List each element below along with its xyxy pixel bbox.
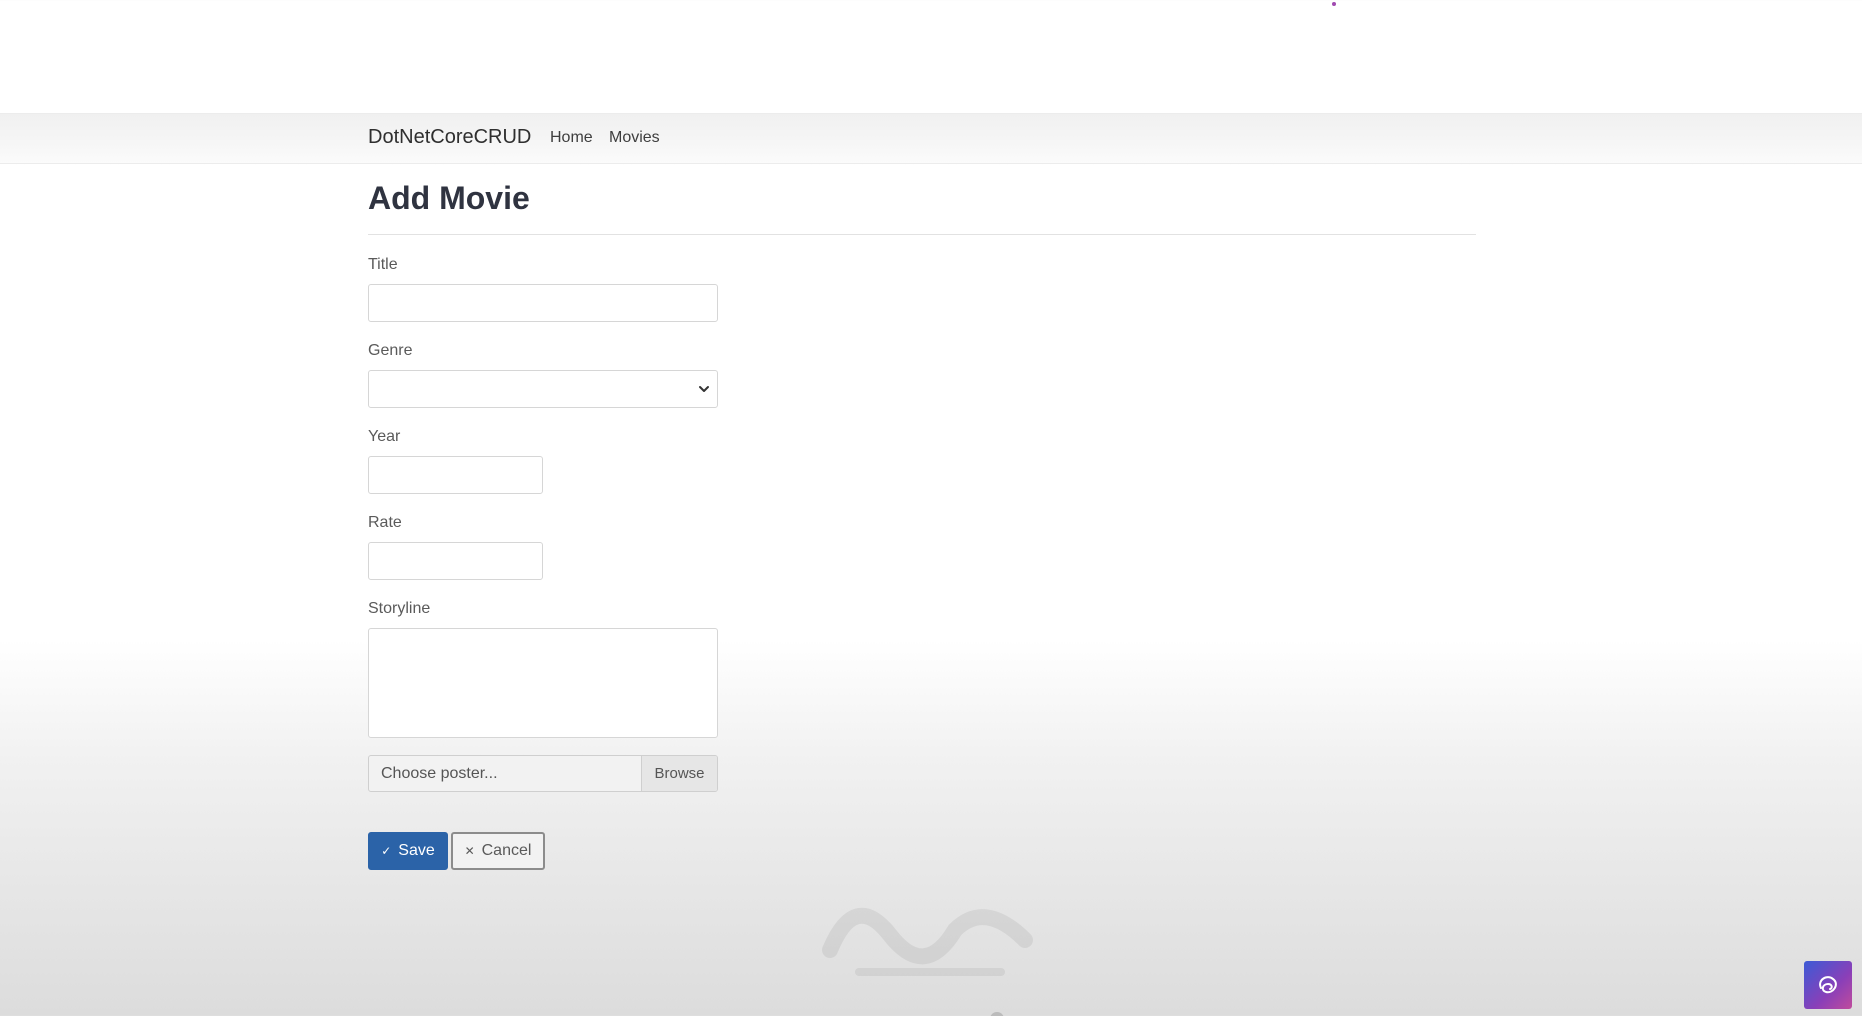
rate-input[interactable]: [368, 542, 543, 580]
cancel-label: Cancel: [481, 842, 532, 859]
watermark-logo: [822, 907, 1033, 976]
corner-badge[interactable]: [1804, 961, 1852, 1009]
storyline-label: Storyline: [368, 600, 431, 617]
check-icon: ✓: [381, 844, 392, 858]
close-icon: ✕: [464, 844, 475, 858]
swirl-icon: [1819, 976, 1837, 994]
save-label: Save: [398, 842, 435, 859]
storyline-textarea[interactable]: [368, 628, 718, 738]
title-divider: [368, 234, 1476, 235]
genre-select[interactable]: [368, 370, 718, 408]
poster-file-input[interactable]: Choose poster... Browse: [368, 755, 718, 792]
year-input[interactable]: [368, 456, 543, 494]
decorative-dot-bottom: [990, 1012, 1004, 1016]
nav-link-movies[interactable]: Movies: [609, 129, 660, 147]
poster-placeholder: Choose poster...: [381, 765, 498, 782]
nav-link-home[interactable]: Home: [550, 129, 593, 147]
save-button[interactable]: ✓ Save: [368, 832, 448, 870]
brand-link[interactable]: DotNetCoreCRUD: [368, 126, 531, 149]
navbar: DotNetCoreCRUD Home Movies: [0, 114, 1862, 164]
decorative-dot: [1332, 2, 1336, 6]
cancel-button[interactable]: ✕ Cancel: [451, 832, 545, 870]
year-label: Year: [368, 428, 401, 445]
rate-label: Rate: [368, 514, 402, 531]
title-input[interactable]: [368, 284, 718, 322]
page-title: Add Movie: [368, 180, 530, 216]
title-label: Title: [368, 256, 398, 273]
genre-label: Genre: [368, 342, 413, 359]
chevron-down-icon: [699, 386, 709, 392]
browse-button[interactable]: Browse: [641, 756, 717, 791]
